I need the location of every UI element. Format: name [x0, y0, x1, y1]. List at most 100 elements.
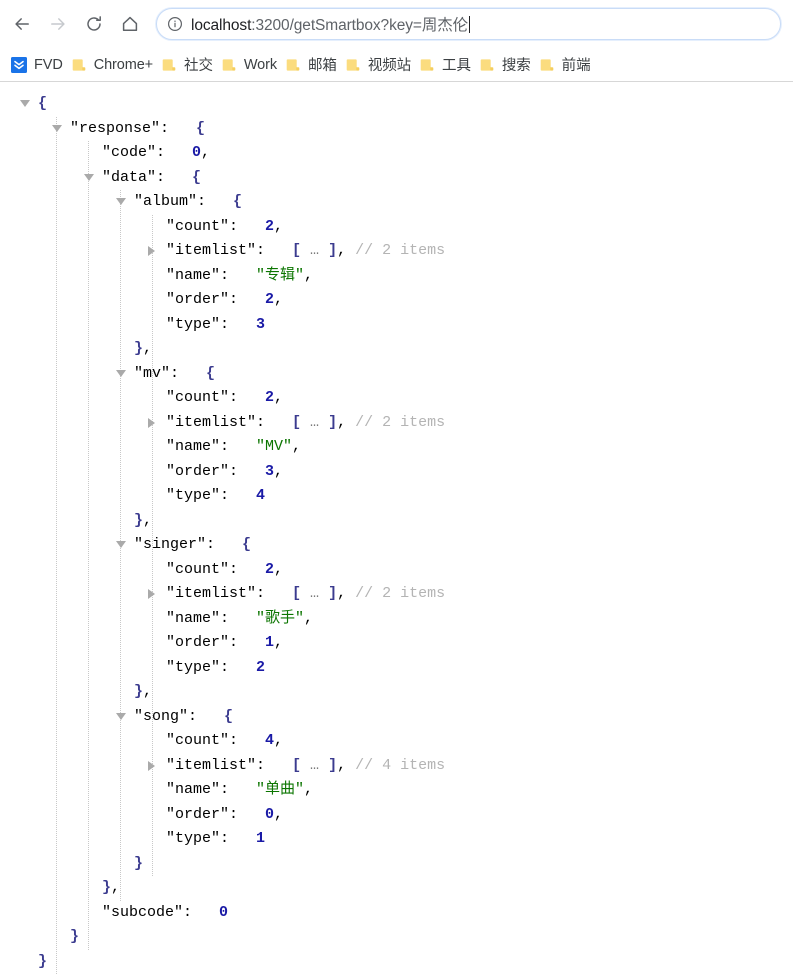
json-number: 4 — [265, 732, 275, 749]
json-line-content: } — [134, 852, 143, 877]
json-line-content: "type": 2 — [166, 656, 265, 681]
json-punctuation: : — [188, 707, 225, 725]
collapse-triangle-icon[interactable] — [116, 541, 126, 548]
bookmark-folder-video[interactable]: 视频站 — [343, 53, 417, 77]
folder-icon — [479, 57, 495, 73]
browser-chrome: localhost:3200/getSmartbox?key=周杰伦 FVD C — [0, 0, 793, 82]
bookmark-folder-tools[interactable]: 工具 — [417, 53, 477, 77]
json-line: "order": 0, — [0, 803, 793, 828]
json-bracket: } — [134, 511, 144, 529]
json-line: "response": { — [0, 117, 793, 142]
json-punctuation: : — [220, 315, 257, 333]
json-key: "count" — [166, 560, 230, 578]
expand-triangle-icon[interactable] — [148, 417, 155, 428]
reload-button[interactable] — [78, 8, 110, 40]
json-line-content: "subcode": 0 — [102, 901, 228, 926]
json-line-content: }, — [134, 680, 152, 705]
folder-icon — [71, 57, 87, 73]
json-line-content: "type": 1 — [166, 827, 265, 852]
json-punctuation: , — [143, 340, 153, 357]
arrow-right-icon — [51, 18, 65, 30]
bookmark-folder-search[interactable]: 搜索 — [477, 53, 537, 77]
collapse-triangle-icon[interactable] — [116, 712, 126, 720]
json-line: "data": { — [0, 166, 793, 191]
json-bracket: ] — [328, 585, 338, 602]
json-key: "order" — [166, 291, 230, 308]
json-line-content: "name": "歌手", — [166, 607, 313, 632]
collapse-triangle-icon[interactable] — [52, 124, 62, 132]
expand-triangle-icon[interactable] — [148, 589, 155, 599]
json-line-content: }, — [134, 337, 152, 362]
json-line-content: "song": { — [134, 705, 233, 730]
bookmark-folder-frontend[interactable]: 前端 — [537, 53, 597, 77]
folder-icon — [539, 57, 555, 73]
url-text[interactable]: localhost:3200/getSmartbox?key=周杰伦 — [191, 13, 471, 35]
json-punctuation: : — [170, 364, 207, 382]
collapse-triangle-icon[interactable] — [116, 369, 126, 377]
bookmark-fvd[interactable]: FVD — [9, 53, 69, 77]
json-number: 0 — [219, 903, 229, 921]
json-bracket: [ — [292, 413, 302, 431]
json-key: "response" — [70, 119, 161, 137]
json-line: "count": 2, — [0, 386, 793, 411]
json-key: "type" — [166, 315, 221, 333]
json-string: "MV" — [256, 438, 293, 455]
json-line-content: "type": 3 — [166, 313, 265, 338]
json-line: "name": "单曲", — [0, 778, 793, 803]
json-punctuation: , — [143, 511, 153, 529]
expand-triangle-icon[interactable] — [148, 246, 155, 256]
json-line: "order": 1, — [0, 631, 793, 656]
json-bracket: ] — [328, 242, 338, 259]
bookmark-folder-social[interactable]: 社交 — [159, 53, 219, 77]
json-punctuation: : — [229, 732, 266, 749]
json-punctuation: : — [229, 462, 266, 480]
json-punctuation: , — [274, 389, 284, 406]
json-line-content: "count": 2, — [166, 215, 283, 240]
bookmark-folder-mail[interactable]: 邮箱 — [283, 53, 343, 77]
json-line-content: "name": "专辑", — [166, 264, 313, 289]
json-key: "itemlist" — [166, 585, 257, 602]
collapse-triangle-icon[interactable] — [84, 173, 94, 181]
json-line: "count": 4, — [0, 729, 793, 754]
json-punctuation: : — [156, 144, 193, 161]
folder-icon — [285, 57, 301, 73]
json-ellipsis: … — [301, 585, 329, 602]
json-punctuation: : — [197, 193, 234, 210]
json-line-content: "count": 2, — [166, 386, 283, 411]
back-button[interactable] — [6, 8, 38, 40]
json-punctuation: : — [220, 609, 257, 627]
collapse-triangle-icon[interactable] — [116, 198, 126, 205]
bookmark-folder-work[interactable]: Work — [219, 53, 283, 77]
address-bar[interactable]: localhost:3200/getSmartbox?key=周杰伦 — [156, 8, 781, 40]
json-line-content: "order": 1, — [166, 631, 283, 656]
json-line-content: "code": 0, — [102, 141, 210, 166]
json-punctuation: , — [304, 781, 314, 798]
json-line: "name": "歌手", — [0, 607, 793, 632]
home-button[interactable] — [114, 8, 146, 40]
json-punctuation: : — [156, 168, 193, 186]
json-line: { — [0, 92, 793, 117]
json-line-content: "type": 4 — [166, 484, 265, 509]
reload-icon — [87, 16, 101, 31]
json-punctuation: , — [274, 560, 284, 578]
expand-triangle-icon[interactable] — [148, 760, 155, 771]
browser-toolbar: localhost:3200/getSmartbox?key=周杰伦 — [0, 0, 793, 48]
json-line: "itemlist": [ … ], // 4 items — [0, 754, 793, 779]
json-line-content: "count": 2, — [166, 558, 283, 583]
bookmarks-bar: FVD Chrome+ 社交 Work 邮箱 视频站 工具 搜索 前端 — [0, 48, 793, 81]
collapse-triangle-icon[interactable] — [20, 100, 30, 107]
json-punctuation: , — [304, 609, 314, 627]
json-line-content: "count": 4, — [166, 729, 283, 754]
folder-icon — [345, 57, 361, 73]
json-line-content: } — [38, 950, 47, 975]
json-punctuation: : — [220, 781, 257, 798]
json-key: "name" — [166, 781, 221, 798]
json-line-content: "singer": { — [134, 533, 251, 558]
bookmark-folder-chrome-plus[interactable]: Chrome+ — [69, 53, 159, 77]
arrow-left-icon — [15, 18, 29, 30]
forward-button[interactable] — [42, 8, 74, 40]
url-path-query: :3200/getSmartbox?key=周杰伦 — [251, 17, 469, 34]
json-key: "count" — [166, 389, 230, 406]
json-number: 0 — [192, 144, 202, 161]
info-circle-icon[interactable] — [167, 16, 183, 32]
